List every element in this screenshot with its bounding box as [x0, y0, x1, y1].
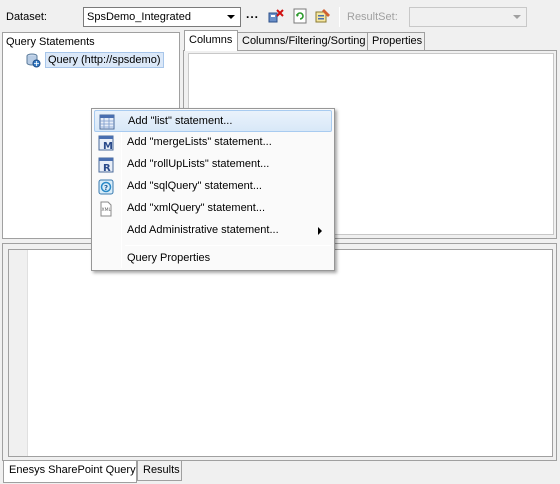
menu-item-add-rollup-lists[interactable]: R Add "rollUpLists" statement... — [94, 154, 332, 176]
rollup-lists-icon: R — [98, 157, 114, 173]
submenu-arrow-icon — [318, 227, 322, 235]
toolbar-separator — [339, 7, 340, 27]
menu-item-add-xml-query[interactable]: XML Add "xmlQuery" statement... — [94, 198, 332, 220]
menu-item-add-administrative[interactable]: Add Administrative statement... — [94, 220, 332, 242]
menu-item-add-merge-lists[interactable]: M Add "mergeLists" statement... — [94, 132, 332, 154]
resultset-label: ResultSet: — [347, 11, 398, 23]
xml-query-icon: XML — [100, 201, 112, 217]
edit-query-icon[interactable] — [315, 8, 331, 24]
svg-text:?: ? — [104, 184, 108, 192]
chevron-down-icon[interactable] — [223, 9, 239, 25]
menu-item-add-list[interactable]: Add "list" statement... — [94, 110, 332, 132]
tab-enesys-sharepoint-query[interactable]: Enesys SharePoint Query — [3, 461, 137, 483]
resultset-combobox[interactable] — [409, 7, 527, 27]
refresh-icon[interactable] — [292, 8, 308, 24]
tree-item-query[interactable]: Query (http://spsdemo) — [25, 52, 164, 68]
tab-columns-filtering-sorting[interactable]: Columns/Filtering/Sorting — [237, 32, 368, 50]
menu-item-label: Query Properties — [127, 252, 211, 264]
disconnect-icon[interactable] — [268, 8, 284, 24]
context-menu: Add "list" statement... M Add "mergeList… — [91, 108, 335, 271]
tree-item-label: Query (http://spsdemo) — [45, 52, 164, 68]
menu-item-label: Add Administrative statement... — [127, 224, 279, 236]
query-editor[interactable] — [8, 249, 553, 457]
menu-item-add-sql-query[interactable]: ? Add "sqlQuery" statement... — [94, 176, 332, 198]
menu-item-label: Add "mergeLists" statement... — [127, 136, 272, 148]
tab-results[interactable]: Results — [137, 461, 182, 481]
menu-separator — [125, 245, 331, 246]
menu-item-label: Add "rollUpLists" statement... — [127, 158, 270, 170]
menu-item-label: Add "xmlQuery" statement... — [127, 202, 266, 214]
editor-gutter — [9, 250, 28, 456]
dataset-label: Dataset: — [6, 11, 47, 23]
menu-item-label: Add "list" statement... — [128, 115, 233, 127]
tab-properties[interactable]: Properties — [367, 32, 425, 50]
chevron-down-icon[interactable] — [510, 10, 524, 24]
dataset-value: SpsDemo_Integrated — [87, 11, 191, 23]
database-icon — [26, 53, 41, 68]
merge-lists-icon: M — [98, 135, 114, 151]
dataset-combobox[interactable]: SpsDemo_Integrated — [83, 7, 241, 27]
query-statements-header: Query Statements — [6, 36, 95, 48]
svg-text:R: R — [103, 163, 111, 173]
menu-item-query-properties[interactable]: Query Properties — [94, 248, 332, 270]
svg-text:XML: XML — [102, 207, 112, 213]
svg-text:M: M — [103, 141, 113, 151]
tab-columns[interactable]: Columns — [184, 30, 238, 51]
browse-dataset-button[interactable]: ... — [246, 7, 259, 21]
sql-query-icon: ? — [98, 179, 114, 195]
list-icon — [99, 114, 115, 130]
menu-item-label: Add "sqlQuery" statement... — [127, 180, 262, 192]
query-editor-panel — [2, 243, 557, 461]
